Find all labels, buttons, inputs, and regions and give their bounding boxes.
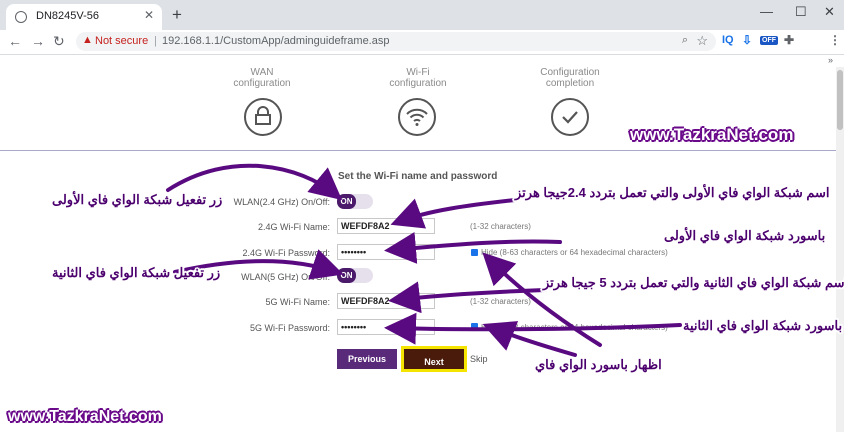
maximize-icon[interactable]: ☐ [795,4,807,20]
next-button[interactable]: Next [401,346,467,372]
step-circle-completion [551,98,589,136]
close-window-icon[interactable]: ✕ [824,4,835,20]
lock-icon [255,106,271,125]
hide-pass24-checkbox[interactable] [471,249,478,256]
url-text[interactable]: 192.168.1.1/CustomApp/adminguideframe.as… [162,35,389,47]
annotation-pass5: باسورد شبكة الواي فاي الثانية [683,318,843,333]
annotation-toggle5: زر تفعيل شبكة الواي فاي الثانية [52,265,221,280]
watermark-top: www.TazkraNet.com [630,125,794,144]
ssid24-hint: (1-32 characters) [470,222,531,231]
tab-title: DN8245V-56 [36,10,99,22]
annotation-toggle24: زر تفعيل شبكة الواي فاي الأولى [52,192,223,207]
step-circle-wifi [398,98,436,136]
section-title: Set the Wi-Fi name and password [338,171,498,182]
ssid5-hint: (1-32 characters) [470,297,531,306]
wlan24-toggle[interactable]: ON [337,194,373,209]
annotation-pass24: باسورد شبكة الواي فاي الأولى [664,228,826,243]
annotation-show-pass: اظهار باسورد الواي فاي [535,357,662,372]
puzzle-icon[interactable]: ✚ [784,33,794,47]
divider [0,150,836,151]
off-extension-icon[interactable]: OFF [760,36,778,45]
toggle-state: ON [337,268,356,283]
reload-icon[interactable]: ↻ [53,33,65,50]
globe-icon [15,11,27,23]
menu-dots-icon[interactable]: ⋮ [829,33,841,47]
browser-tab[interactable]: DN8245V-56 ✕ [6,4,162,30]
skip-link[interactable]: Skip [470,354,488,364]
download-extension-icon[interactable]: ⇩ [742,33,752,47]
pass24-input[interactable]: •••••••• [337,244,435,260]
annotation-name24: اسم شبكة الواي فاي الأولى والتي تعمل بتر… [515,185,830,200]
previous-button[interactable]: Previous [337,349,397,369]
step-label-wan: WAN configuration [233,67,291,89]
hide-pass5-checkbox[interactable] [471,323,478,330]
new-tab-button[interactable]: + [172,5,182,25]
pass24-hint: Hide (8-63 characters or 64 hexadecimal … [481,248,668,257]
back-icon[interactable]: ← [8,33,22,49]
star-icon[interactable]: ☆ [696,33,708,49]
wlan5-toggle[interactable]: ON [337,268,373,283]
pass5-label: 5G Wi-Fi Password: [249,323,330,333]
wifi-icon [406,108,428,126]
step-label-completion: Configuration completion [540,67,600,89]
ssid24-input[interactable]: WEFDF8A2 [337,218,435,234]
address-bar[interactable]: ▲ Not secure | 192.168.1.1/CustomApp/adm… [76,32,716,51]
step-label-wifi: Wi-Fi configuration [389,67,447,89]
chevron-right-icon[interactable]: » [828,55,833,65]
annotation-name5: اسم شبكة الواي فاي الثانية والتي تعمل بت… [543,275,844,290]
pass5-input[interactable]: •••••••• [337,319,435,335]
warning-icon: ▲ [82,34,93,46]
toggle-state: ON [337,194,356,209]
forward-icon[interactable]: → [31,33,45,49]
security-label[interactable]: Not secure [95,35,148,47]
bookmark-bar: » [0,55,844,67]
check-icon [562,111,578,124]
zoom-icon[interactable]: ⌕ [682,34,688,47]
ssid24-label: 2.4G Wi-Fi Name: [257,222,330,232]
pass5-hint: Hide (8-63 characters or 64 hexadecimal … [481,323,668,332]
ssid5-input[interactable]: WEFDF8A2 [337,293,435,309]
watermark-bottom: www.TazkraNet.com [8,408,162,425]
ssid5-label: 5G Wi-Fi Name: [265,297,330,307]
pass24-label: 2.4G Wi-Fi Password: [242,248,330,258]
step-circle-wan [244,98,282,136]
close-tab-icon[interactable]: ✕ [144,8,154,22]
minimize-icon[interactable]: — [760,4,773,19]
iq-extension-icon[interactable]: IQ [722,34,734,46]
scrollbar-thumb[interactable] [837,70,843,130]
